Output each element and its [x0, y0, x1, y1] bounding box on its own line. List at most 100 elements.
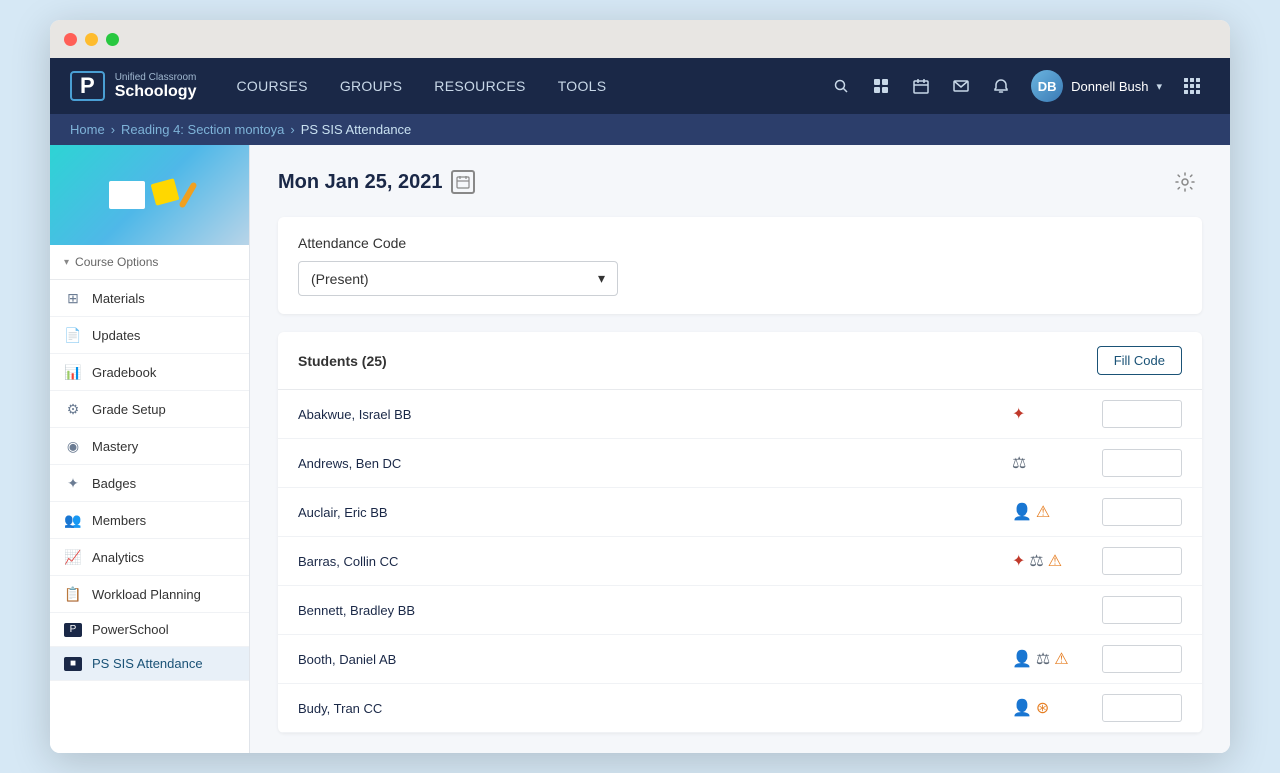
medical-icon: ✦	[1012, 404, 1025, 424]
badges-icon: ✦	[64, 474, 82, 492]
table-row: Booth, Daniel AB 👤 ⚖ ⚠	[278, 635, 1202, 684]
dropdown-chevron-icon: ▾	[598, 270, 605, 287]
search-button[interactable]	[823, 68, 859, 104]
sidebar-item-materials[interactable]: ⊞ Materials	[50, 280, 249, 317]
search-icon	[833, 78, 849, 94]
sidebar-label-members: Members	[92, 513, 146, 528]
student-name: Bennett, Bradley BB	[298, 603, 1002, 618]
gradebook-icon: 📊	[64, 363, 82, 381]
nav-icons: DB Donnell Bush ▾	[823, 66, 1210, 106]
breadcrumb-home[interactable]: Home	[70, 122, 105, 137]
student-name: Abakwue, Israel BB	[298, 407, 1002, 422]
thumb-pencil-icon	[178, 181, 197, 208]
settings-button[interactable]	[1168, 165, 1202, 199]
grid-button[interactable]	[863, 68, 899, 104]
close-button[interactable]	[64, 33, 77, 46]
student-icons: 👤 ⚖ ⚠	[1012, 649, 1092, 669]
sidebar-label-ps-sis: PS SIS Attendance	[92, 656, 203, 671]
warning-icon: ⚠	[1048, 551, 1062, 571]
warning-circle-icon: ⊛	[1036, 698, 1049, 718]
date-text: Mon Jan 25, 2021	[278, 171, 443, 194]
breadcrumb-section[interactable]: Reading 4: Section montoya	[121, 122, 284, 137]
student-name: Auclair, Eric BB	[298, 505, 1002, 520]
sidebar-item-badges[interactable]: ✦ Badges	[50, 465, 249, 502]
attendance-input[interactable]	[1102, 645, 1182, 673]
table-row: Abakwue, Israel BB ✦	[278, 390, 1202, 439]
workload-icon: 📋	[64, 585, 82, 603]
user-menu[interactable]: DB Donnell Bush ▾	[1023, 66, 1170, 106]
grade-setup-icon: ⚙	[64, 400, 82, 418]
nav-tools[interactable]: TOOLS	[542, 58, 623, 114]
sidebar-label-updates: Updates	[92, 328, 140, 343]
apps-button[interactable]	[1174, 68, 1210, 104]
sidebar-label-workload: Workload Planning	[92, 587, 201, 602]
sidebar-label-materials: Materials	[92, 291, 145, 306]
attendance-section: Attendance Code (Present) ▾	[278, 217, 1202, 314]
thumb-decoration	[109, 181, 191, 209]
calendar-picker-icon[interactable]	[451, 170, 475, 194]
students-section: Students (25) Fill Code Abakwue, Israel …	[278, 332, 1202, 733]
attendance-input[interactable]	[1102, 547, 1182, 575]
attendance-input[interactable]	[1102, 449, 1182, 477]
apps-icon	[1183, 77, 1201, 95]
medical-icon: ✦	[1012, 551, 1025, 571]
notification-button[interactable]	[983, 68, 1019, 104]
nav-groups[interactable]: GROUPS	[324, 58, 418, 114]
content-header: Mon Jan 25, 2021	[278, 165, 1202, 199]
thumb-note-icon	[150, 178, 179, 205]
bell-icon	[993, 78, 1009, 94]
sidebar-item-mastery[interactable]: ◉ Mastery	[50, 428, 249, 465]
student-name: Barras, Collin CC	[298, 554, 1002, 569]
logo[interactable]: P Unified Classroom Schoology	[70, 71, 196, 101]
arrow-icon: ▾	[64, 257, 69, 268]
members-icon: 👥	[64, 511, 82, 529]
sidebar-item-updates[interactable]: 📄 Updates	[50, 317, 249, 354]
nav-links: COURSES GROUPS RESOURCES TOOLS	[220, 58, 823, 114]
breadcrumb: Home › Reading 4: Section montoya › PS S…	[50, 114, 1230, 145]
attendance-input[interactable]	[1102, 400, 1182, 428]
sidebar-label-analytics: Analytics	[92, 550, 144, 565]
minimize-button[interactable]	[85, 33, 98, 46]
sidebar-item-powerschool[interactable]: P PowerSchool	[50, 613, 249, 647]
sidebar-item-workload[interactable]: 📋 Workload Planning	[50, 576, 249, 613]
fill-code-button[interactable]: Fill Code	[1097, 346, 1182, 375]
course-options[interactable]: ▾ Course Options	[50, 245, 249, 280]
attendance-input[interactable]	[1102, 498, 1182, 526]
sidebar-label-gradebook: Gradebook	[92, 365, 156, 380]
maximize-button[interactable]	[106, 33, 119, 46]
student-icons: 👤 ⚠	[1012, 502, 1092, 522]
scale-icon: ⚖	[1036, 649, 1050, 669]
sidebar-item-grade-setup[interactable]: ⚙ Grade Setup	[50, 391, 249, 428]
table-row: Auclair, Eric BB 👤 ⚠	[278, 488, 1202, 537]
ps-sis-icon: ■	[64, 657, 82, 671]
attendance-code-dropdown[interactable]: (Present) ▾	[298, 261, 618, 296]
sidebar-item-analytics[interactable]: 📈 Analytics	[50, 539, 249, 576]
logo-letter: P	[70, 71, 105, 101]
grid-icon	[873, 78, 889, 94]
breadcrumb-sep-1: ›	[111, 122, 115, 137]
student-name: Andrews, Ben DC	[298, 456, 1002, 471]
table-row: Budy, Tran CC 👤 ⊛	[278, 684, 1202, 733]
course-options-label: Course Options	[75, 255, 158, 269]
main-window: P Unified Classroom Schoology COURSES GR…	[50, 20, 1230, 753]
sidebar-item-members[interactable]: 👥 Members	[50, 502, 249, 539]
chevron-down-icon: ▾	[1156, 80, 1162, 93]
attendance-code-label: Attendance Code	[298, 235, 1182, 251]
avatar: DB	[1031, 70, 1063, 102]
breadcrumb-sep-2: ›	[290, 122, 294, 137]
mail-button[interactable]	[943, 68, 979, 104]
sidebar-item-gradebook[interactable]: 📊 Gradebook	[50, 354, 249, 391]
attendance-input[interactable]	[1102, 694, 1182, 722]
nav-resources[interactable]: RESOURCES	[418, 58, 541, 114]
sidebar-item-ps-sis[interactable]: ■ PS SIS Attendance	[50, 647, 249, 681]
sidebar-label-mastery: Mastery	[92, 439, 138, 454]
analytics-icon: 📈	[64, 548, 82, 566]
attendance-input[interactable]	[1102, 596, 1182, 624]
date-section: Mon Jan 25, 2021	[278, 170, 475, 194]
nav-courses[interactable]: COURSES	[220, 58, 323, 114]
updates-icon: 📄	[64, 326, 82, 344]
sidebar-label-grade-setup: Grade Setup	[92, 402, 166, 417]
student-name: Booth, Daniel AB	[298, 652, 1002, 667]
attendance-code-value: (Present)	[311, 271, 369, 287]
calendar-button[interactable]	[903, 68, 939, 104]
